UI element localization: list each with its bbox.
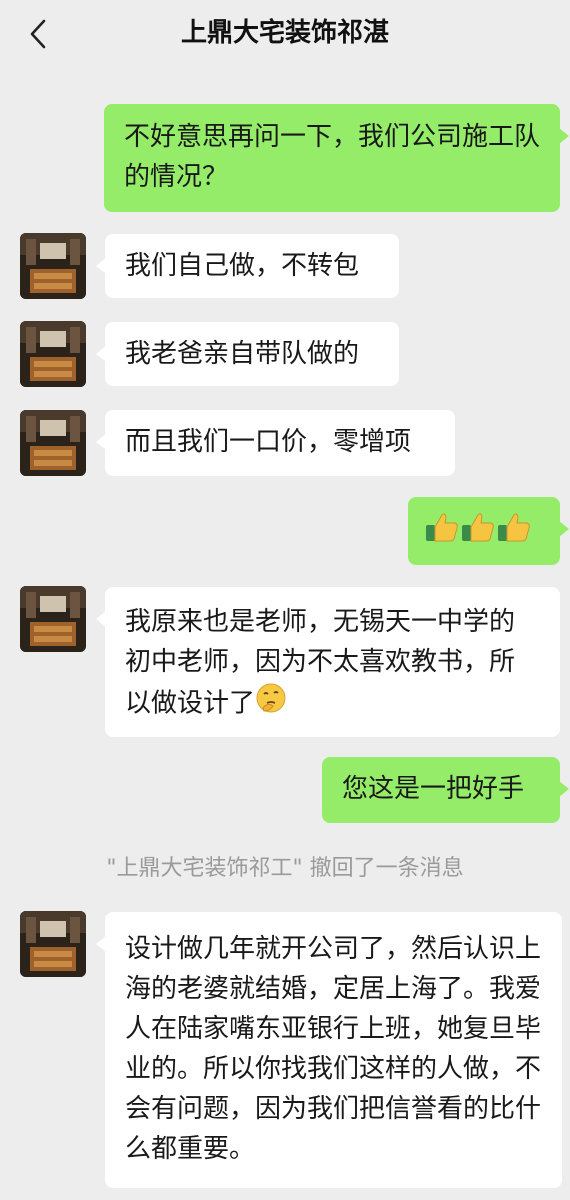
message-text: 设计做几年就开公司了，然后认识上海的老婆就结婚，定居上海了。我爱人在陆家嘴东亚银… xyxy=(125,934,542,1164)
chat-title: 上鼎大宅装饰祁湛 xyxy=(180,18,389,48)
message-incoming[interactable]: 我们自己做，不转包 xyxy=(96,234,399,298)
avatar-image xyxy=(20,410,86,476)
avatar[interactable] xyxy=(20,911,86,977)
message-incoming[interactable]: 而且我们一口价，零增项 xyxy=(96,410,455,476)
message-outgoing[interactable]: 您这是一把好手 xyxy=(322,757,569,823)
avatar-image xyxy=(20,586,86,652)
message-text: 我们自己做，不转包 xyxy=(125,251,360,281)
message-text: 我老爸亲自带队做的 xyxy=(125,339,360,369)
thumbs-up-icon xyxy=(460,509,496,557)
avatar-image xyxy=(20,911,86,977)
message-text: 您这是一把好手 xyxy=(342,774,525,804)
message-incoming[interactable]: 设计做几年就开公司了，然后认识上海的老婆就结婚，定居上海了。我爱人在陆家嘴东亚银… xyxy=(96,912,562,1188)
avatar[interactable] xyxy=(20,586,86,652)
thumbs-up-icon xyxy=(424,509,460,557)
message-text: 而且我们一口价，零增项 xyxy=(125,427,412,457)
recall-notice: "上鼎大宅装饰祁工" 撤回了一条消息 xyxy=(106,856,464,881)
message-outgoing[interactable] xyxy=(408,497,569,565)
message-incoming[interactable]: 我老爸亲自带队做的 xyxy=(96,322,399,386)
avatar-image xyxy=(20,233,86,299)
avatar[interactable] xyxy=(20,410,86,476)
message-text: 我原来也是老师，无锡天一中学的初中老师，因为不太喜欢教书，所以做设计了 xyxy=(125,607,516,719)
avatar[interactable] xyxy=(20,321,86,387)
thumbs-up-icon xyxy=(496,509,532,557)
avatar-image xyxy=(20,321,86,387)
thinking-face-icon xyxy=(255,682,287,726)
message-incoming[interactable]: 我原来也是老师，无锡天一中学的初中老师，因为不太喜欢教书，所以做设计了 xyxy=(96,587,560,737)
message-outgoing[interactable]: 不好意思再问一下，我们公司施工队的情况？ xyxy=(104,104,569,212)
avatar[interactable] xyxy=(20,233,86,299)
chat-header: 上鼎大宅装饰祁湛 xyxy=(0,0,570,68)
message-text: 不好意思再问一下，我们公司施工队的情况？ xyxy=(124,122,541,192)
